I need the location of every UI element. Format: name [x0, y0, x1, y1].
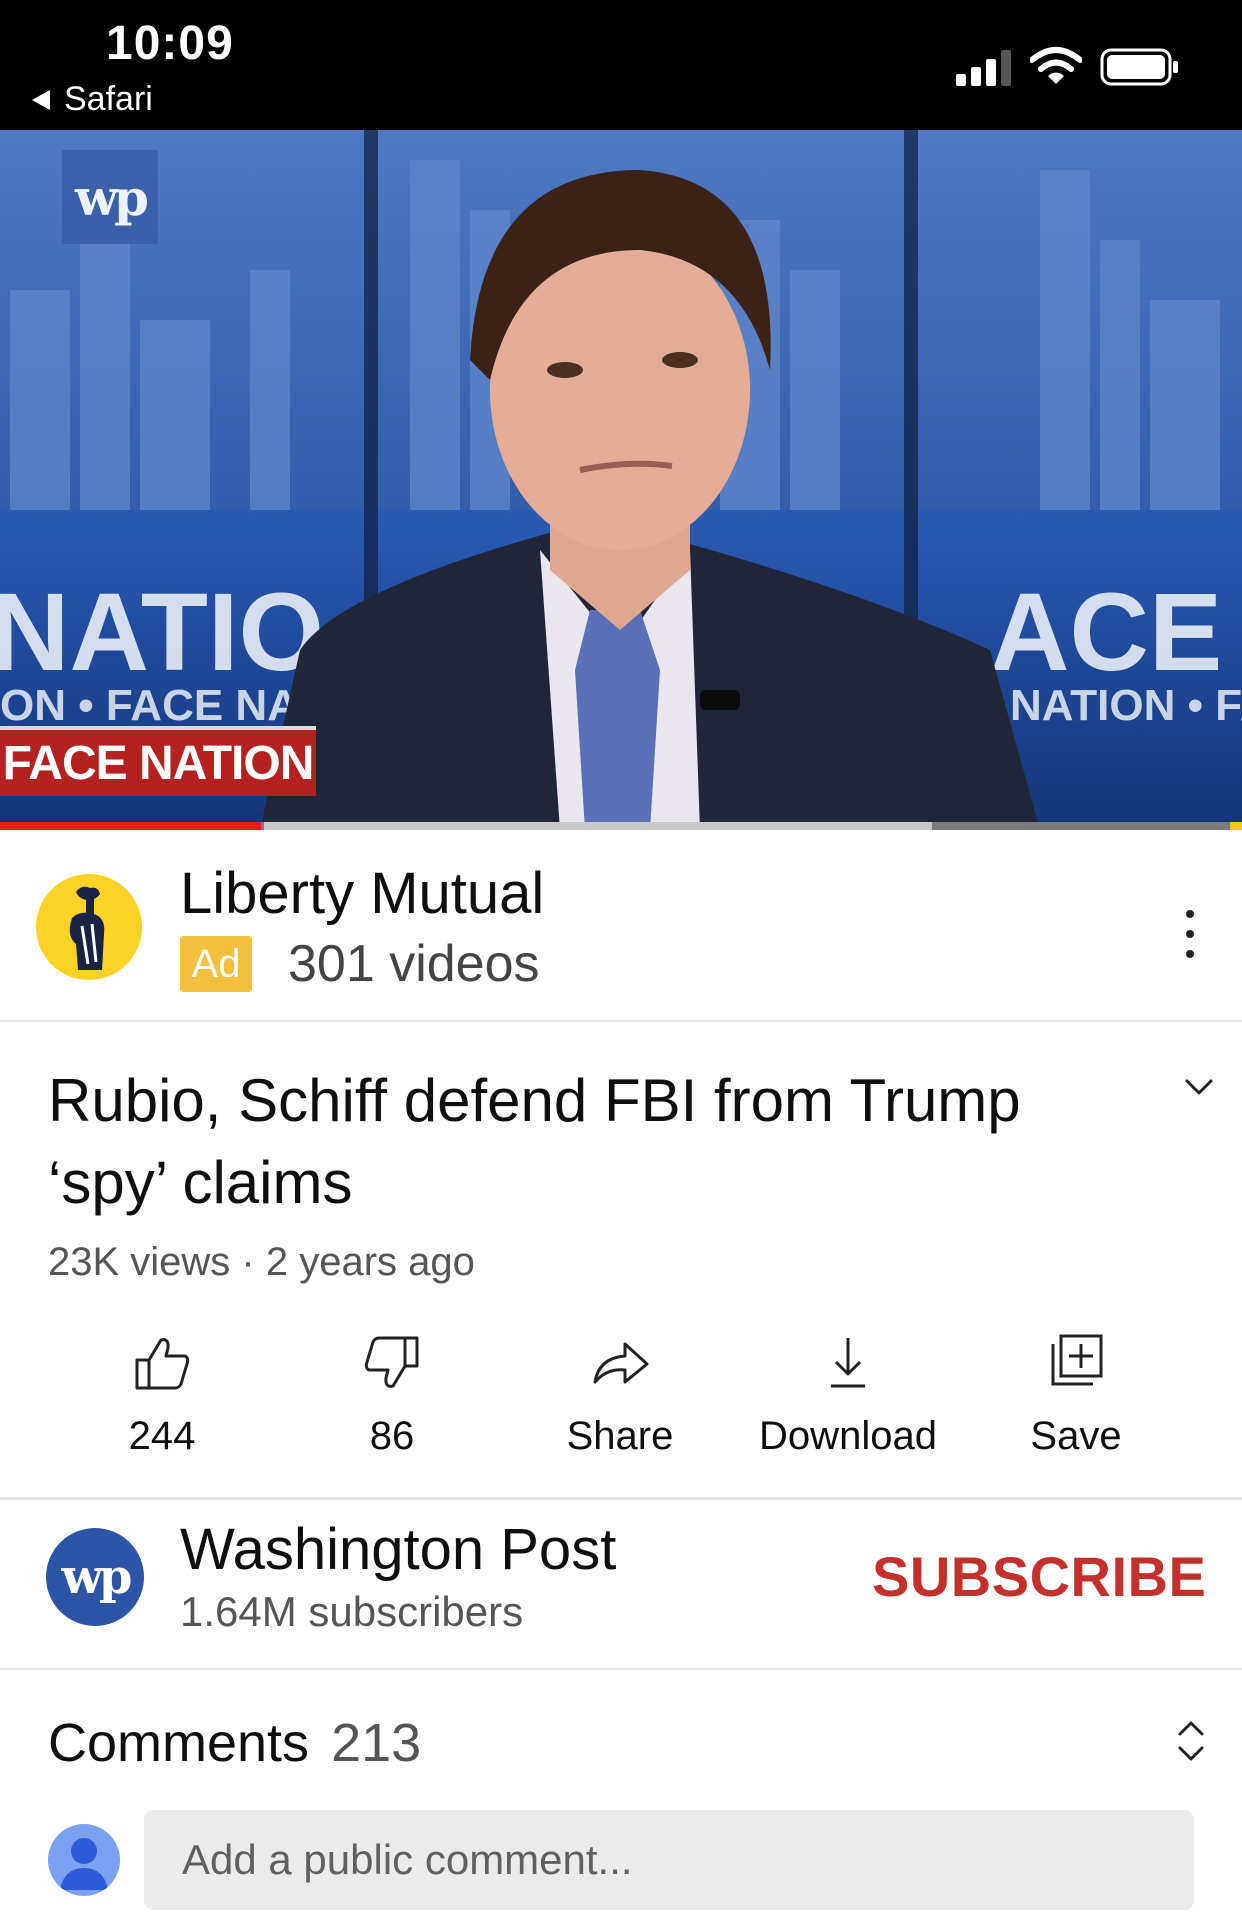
download-button[interactable]: Download: [738, 1330, 958, 1470]
share-button[interactable]: Share: [510, 1330, 730, 1470]
download-icon: [831, 1338, 865, 1388]
user-silhouette-icon: [60, 1838, 108, 1890]
buffered-bar: [264, 822, 932, 830]
share-label: Share: [566, 1414, 674, 1458]
svg-text:ACE NA: ACE NA: [990, 571, 1242, 694]
wifi-icon: [1030, 47, 1082, 84]
video-progress-bar[interactable]: [0, 822, 1242, 830]
subscribe-button[interactable]: SUBSCRIBE: [872, 1544, 1206, 1609]
svg-text:NATION • FA: NATION • FA: [1010, 681, 1242, 730]
thumbs-down-icon: [364, 1336, 419, 1388]
video-title[interactable]: Rubio, Schiff defend FBI from Trump ‘spy…: [48, 1060, 1108, 1224]
comments-label: Comments: [48, 1713, 310, 1773]
channel-row[interactable]: wp Washington Post 1.64M subscribers SUB…: [0, 1500, 1242, 1670]
chevron-down-icon[interactable]: [1184, 1072, 1214, 1102]
ad-marker: [1230, 822, 1242, 830]
face-the-nation-banner: FACE NATION: [0, 726, 316, 796]
comments-count: 213: [331, 1713, 422, 1773]
video-player[interactable]: NATIO ACE NA ON • FACE NAT NATION • FA w…: [0, 130, 1242, 830]
save-playlist-icon: [1051, 1334, 1103, 1386]
back-app-label: Safari: [64, 80, 153, 118]
action-bar: 244 86 Share Download Save: [0, 1330, 1242, 1470]
comment-input[interactable]: [144, 1810, 1194, 1910]
washington-post-logo: wp: [62, 150, 158, 244]
dislike-button[interactable]: 86: [282, 1330, 502, 1470]
played-bar: [0, 822, 261, 830]
channel-name[interactable]: Washington Post: [180, 1516, 616, 1583]
download-label: Download: [759, 1414, 937, 1458]
back-to-safari-link[interactable]: Safari: [32, 80, 153, 119]
subscriber-count: 1.64M subscribers: [180, 1588, 524, 1635]
statue-of-liberty-icon: [69, 886, 105, 970]
like-button[interactable]: 244: [52, 1330, 272, 1470]
user-avatar: [48, 1824, 120, 1896]
dislike-count: 86: [369, 1414, 415, 1458]
status-time: 10:09: [106, 17, 234, 70]
liberty-mutual-logo: [36, 874, 142, 980]
advertiser-name: Liberty Mutual: [180, 861, 545, 926]
share-icon: [593, 1342, 649, 1384]
save-button[interactable]: Save: [966, 1330, 1186, 1470]
video-frame: NATIO ACE NA ON • FACE NAT NATION • FA: [0, 130, 1242, 830]
advertiser-video-count: 301 videos: [288, 935, 540, 993]
ad-badge: Ad: [180, 936, 252, 992]
svg-text:NATIO: NATIO: [0, 571, 324, 694]
comments-header[interactable]: Comments 213: [48, 1712, 421, 1774]
battery-icon: [1100, 48, 1178, 86]
svg-text:ON • FACE NAT: ON • FACE NAT: [0, 681, 323, 730]
back-arrow-icon: [32, 89, 50, 110]
status-bar: 10:09 Safari: [0, 0, 1242, 130]
like-count: 244: [128, 1414, 196, 1458]
expand-collapse-icon[interactable]: [1176, 1718, 1206, 1764]
save-label: Save: [1030, 1414, 1122, 1458]
thumbs-up-icon: [135, 1338, 190, 1390]
channel-avatar[interactable]: wp: [46, 1528, 144, 1626]
cellular-signal-icon: [956, 50, 1011, 86]
more-options-icon[interactable]: [1178, 904, 1202, 964]
video-metadata: 23K views · 2 years ago: [48, 1240, 475, 1284]
ad-banner[interactable]: Liberty Mutual Ad 301 videos: [0, 834, 1242, 1022]
